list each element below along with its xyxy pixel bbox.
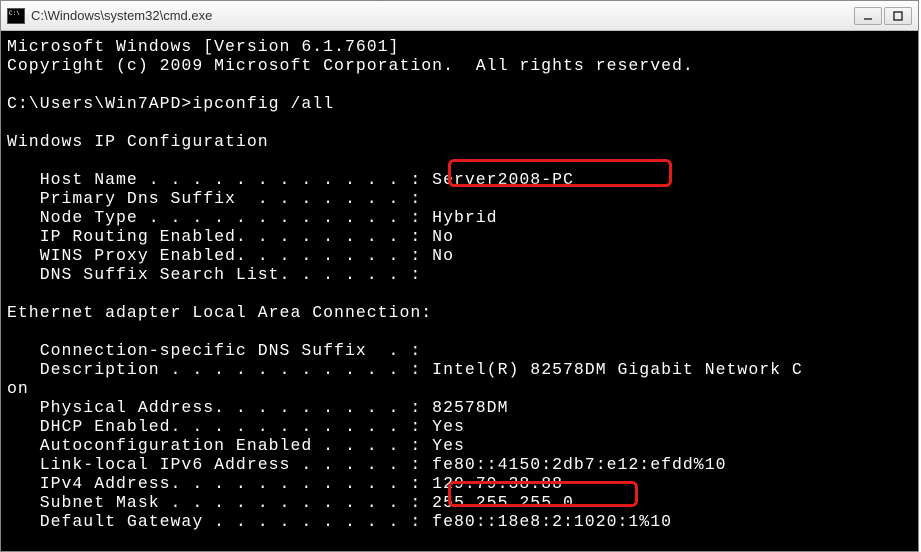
field-ipv4-value: 129.79.38.88: [432, 474, 563, 493]
field-nodetype-value: Hybrid: [432, 208, 497, 227]
banner-line1: Microsoft Windows [Version 6.1.7601]: [7, 37, 399, 56]
field-ipv4-label: IPv4 Address. . . . . . . . . . . :: [7, 474, 432, 493]
prompt-line: C:\Users\Win7APD>ipconfig /all: [7, 94, 334, 113]
field-connsuffix-label: Connection-specific DNS Suffix . :: [7, 341, 421, 360]
section-adapter-header: Ethernet adapter Local Area Connection:: [7, 303, 432, 322]
field-hostname-value: Server2008-PC: [432, 170, 574, 189]
field-gateway-value: fe80::18e8:2:1020:1%10: [432, 512, 672, 531]
window-controls: [854, 7, 912, 25]
field-winsproxy-value: No: [432, 246, 454, 265]
field-physaddr-label: Physical Address. . . . . . . . . :: [7, 398, 432, 417]
titlebar: C:\Windows\system32\cmd.exe: [1, 1, 918, 31]
maximize-button[interactable]: [884, 7, 912, 25]
minimize-icon: [863, 11, 873, 21]
field-dhcp-value: Yes: [432, 417, 465, 436]
field-winsproxy-label: WINS Proxy Enabled. . . . . . . . :: [7, 246, 432, 265]
field-gateway-label: Default Gateway . . . . . . . . . :: [7, 512, 432, 531]
field-physaddr-value: 82578DM: [432, 398, 508, 417]
cmd-window: C:\Windows\system32\cmd.exe Microsoft Wi…: [0, 0, 919, 552]
field-primarydns-label: Primary Dns Suffix . . . . . . . :: [7, 189, 421, 208]
field-descwrap-label: on: [7, 379, 29, 398]
section-winipconfig: Windows IP Configuration: [7, 132, 269, 151]
field-description-label: Description . . . . . . . . . . . :: [7, 360, 432, 379]
maximize-icon: [893, 11, 903, 21]
field-linklocal-value: fe80::4150:2db7:e12:efdd%10: [432, 455, 726, 474]
field-iprouting-label: IP Routing Enabled. . . . . . . . :: [7, 227, 432, 246]
field-subnet-label: Subnet Mask . . . . . . . . . . . :: [7, 493, 432, 512]
field-dnssuffix-label: DNS Suffix Search List. . . . . . :: [7, 265, 421, 284]
titlebar-left: C:\Windows\system32\cmd.exe: [7, 8, 212, 24]
cmd-icon: [7, 8, 25, 24]
field-autoconfig-value: Yes: [432, 436, 465, 455]
field-subnet-value: 255.255.255.0: [432, 493, 574, 512]
banner-line2: Copyright (c) 2009 Microsoft Corporation…: [7, 56, 694, 75]
window-title: C:\Windows\system32\cmd.exe: [31, 8, 212, 23]
console-output: Microsoft Windows [Version 6.1.7601] Cop…: [1, 31, 918, 551]
minimize-button[interactable]: [854, 7, 882, 25]
field-hostname-label: Host Name . . . . . . . . . . . . :: [7, 170, 432, 189]
field-iprouting-value: No: [432, 227, 454, 246]
field-nodetype-label: Node Type . . . . . . . . . . . . :: [7, 208, 432, 227]
field-autoconfig-label: Autoconfiguration Enabled . . . . :: [7, 436, 432, 455]
field-description-value: Intel(R) 82578DM Gigabit Network C: [432, 360, 803, 379]
field-linklocal-label: Link-local IPv6 Address . . . . . :: [7, 455, 432, 474]
field-dhcp-label: DHCP Enabled. . . . . . . . . . . :: [7, 417, 432, 436]
